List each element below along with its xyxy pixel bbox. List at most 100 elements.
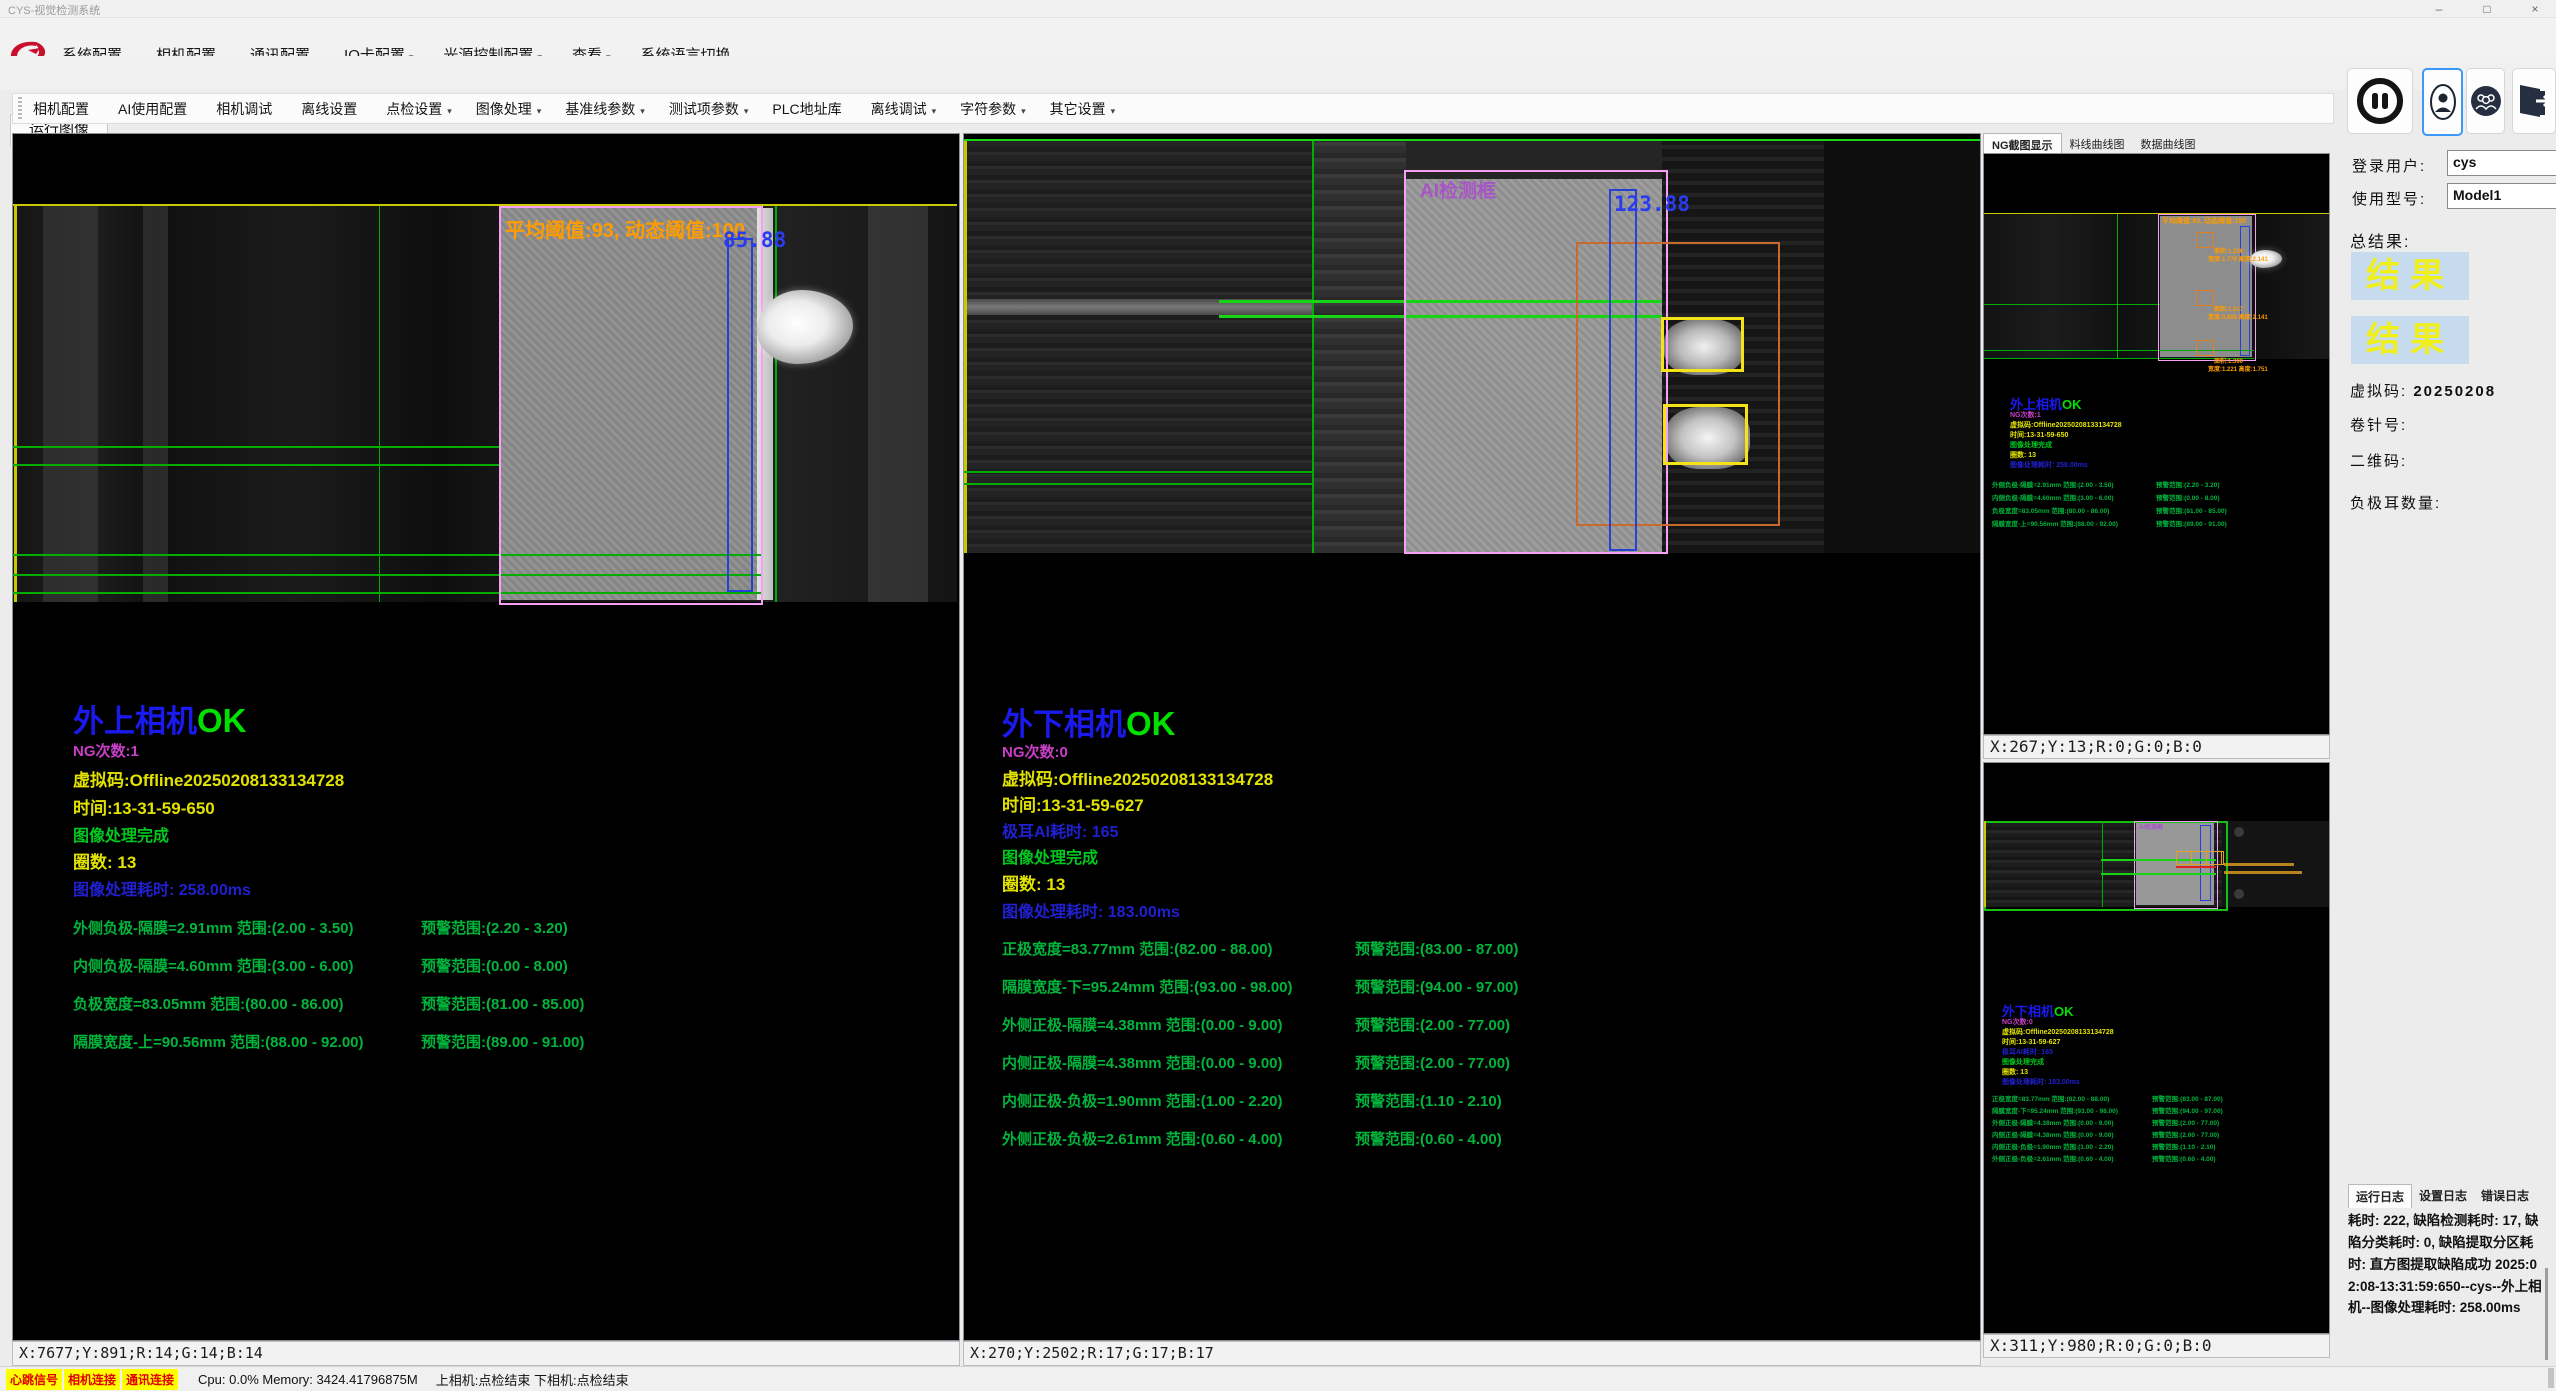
user-icon xyxy=(2429,80,2457,124)
coords-mini-top: X:267;Y:13;R:0;G:0;B:0 xyxy=(1983,735,2330,759)
tool-char-params[interactable]: 字符参数▾ xyxy=(960,99,1026,119)
tab-run-log[interactable]: 运行日志 xyxy=(2348,1184,2412,1208)
toolbar: 相机配置 AI使用配置 相机调试 离线设置 点检设置▾ 图像处理▾ 基准线参数▾… xyxy=(12,93,2334,124)
process-done: 图像处理完成 xyxy=(73,822,169,846)
statusbar: 心跳信号 相机连接 通讯连接 Cpu: 0.0% Memory: 3424.41… xyxy=(0,1366,2556,1391)
virtual-code: 虚拟码:Offline20250208133134728 xyxy=(73,766,344,791)
ng-snapshot-lower[interactable]: AI检测框 外下相机OK NG次数:0 虚拟码:Offline202502081… xyxy=(1983,762,2330,1334)
defect-box xyxy=(2196,232,2214,248)
login-user-label: 登录用户: xyxy=(2352,155,2426,176)
coords-left-camera: X:7677;Y:891;R:14;G:14;B:14 xyxy=(12,1341,960,1366)
users-group-button[interactable] xyxy=(2466,68,2505,134)
maximize-icon[interactable]: □ xyxy=(2476,2,2498,16)
loop-count: 圈数: 13 xyxy=(73,848,136,873)
tool-image-processing[interactable]: 图像处理▾ xyxy=(476,99,542,119)
ng-panel-tabs: NG截图显示 料线曲线图 数据曲线图 xyxy=(1983,133,2204,155)
coords-center-camera: X:270;Y:2502;R:17;G:17;B:17 xyxy=(963,1341,1981,1366)
toolbar-drag-handle[interactable] xyxy=(18,97,22,119)
result-badge-2: 结果 xyxy=(2351,316,2469,364)
tool-camera-config[interactable]: 相机配置 xyxy=(33,99,94,119)
exit-icon xyxy=(2516,81,2552,121)
vcode-label: 虚拟码: 20250208 xyxy=(2350,380,2496,401)
process-cost: 图像处理耗时: 183.00ms xyxy=(1002,898,1180,922)
camera-title: 外上相机OK xyxy=(73,696,247,741)
measure-blue-box xyxy=(727,238,753,592)
login-user-field[interactable]: cys xyxy=(2447,150,2556,176)
threshold-text: 平均阈值:93, 动态阈值:100 xyxy=(505,214,745,243)
camera-image-strip xyxy=(13,206,957,602)
tool-other-settings[interactable]: 其它设置▾ xyxy=(1050,99,1116,119)
comm-connect-badge: 通讯连接 xyxy=(122,1369,178,1390)
blue-measure-value: 85.88 xyxy=(723,228,786,252)
tool-offline-settings[interactable]: 离线设置 xyxy=(301,99,362,119)
tab-yellow-box-2 xyxy=(1663,404,1748,465)
heartbeat-status-badge: 心跳信号 xyxy=(6,1369,62,1390)
ai-detect-orange-box xyxy=(1576,242,1780,526)
tab-settings-log[interactable]: 设置日志 xyxy=(2412,1184,2474,1208)
blue-measure-value: 123.88 xyxy=(1614,192,1690,216)
vcode-value: 20250208 xyxy=(2413,383,2496,400)
process-done: 图像处理完成 xyxy=(1002,844,1098,868)
total-result-label: 总结果: xyxy=(2350,228,2410,252)
menubar: 系统配置 相机配置 通讯配置 IO卡配置▾ 光源控制配置▾ 查看▾ 系统语言切换 xyxy=(0,18,2556,56)
tab-material-curve[interactable]: 料线曲线图 xyxy=(2062,133,2133,155)
titlebar: CYS-视觉检测系统 – □ × xyxy=(0,0,2556,18)
app-window: { "window": { "title": "CYS-视觉检测系统", "co… xyxy=(0,0,2556,1390)
tab-row: 运行图像 xyxy=(0,56,2556,90)
minimize-icon[interactable]: – xyxy=(2428,2,2450,16)
tool-testitem-params[interactable]: 测试项参数▾ xyxy=(669,99,749,119)
camera-title: 外下相机OK xyxy=(1002,699,1176,744)
ai-box-label: AI检测框 xyxy=(1420,176,1496,203)
exit-button[interactable] xyxy=(2512,68,2556,134)
negative-tab-count-label: 负极耳数量: xyxy=(2350,492,2441,513)
roi-pink-box xyxy=(499,206,763,605)
result-badge-1: 结果 xyxy=(2351,252,2469,300)
window-title: CYS-视觉检测系统 xyxy=(8,2,100,18)
tool-camera-debug[interactable]: 相机调试 xyxy=(216,99,277,119)
defect-box xyxy=(2196,290,2214,306)
model-field[interactable]: Model1 xyxy=(2447,183,2556,209)
process-cost: 图像处理耗时: 258.00ms xyxy=(73,876,251,900)
ng-count: NG次数:1 xyxy=(73,740,139,761)
camera-view-lower-outer[interactable]: AI检测框 123.88 外下相机OK NG次数:0 虚拟码:Offline20… xyxy=(963,133,1981,1341)
tab-data-curve[interactable]: 数据曲线图 xyxy=(2133,133,2204,155)
tab-ng-screenshot[interactable]: NG截图显示 xyxy=(1983,133,2062,155)
guide-green-vertical xyxy=(1312,141,1314,553)
capture-time: 时间:13-31-59-627 xyxy=(1002,791,1144,816)
needle-label: 卷针号: xyxy=(2350,414,2407,435)
baseline-green-top xyxy=(964,139,1980,141)
tool-offline-debug[interactable]: 离线调试▾ xyxy=(871,99,937,119)
qrcode-label: 二维码: xyxy=(2350,450,2407,471)
baseline-yellow-left xyxy=(964,141,967,553)
tab-yellow-box-1 xyxy=(1661,317,1744,372)
capture-time: 时间:13-31-59-650 xyxy=(73,794,215,819)
tool-plc-address[interactable]: PLC地址库 xyxy=(772,99,846,119)
close-icon[interactable]: × xyxy=(2524,2,2546,16)
coords-mini-bottom: X:311;Y:980;R:0;G:0;B:0 xyxy=(1983,1334,2330,1358)
corner-scrollbar[interactable] xyxy=(2548,1368,2554,1388)
log-scrollbar[interactable] xyxy=(2545,1268,2548,1360)
users-group-icon xyxy=(2470,85,2502,117)
ng-snapshot-upper[interactable]: 平均阈值:93, 动态阈值:100 面积:1.236 宽度:1.779 高度:2… xyxy=(1983,153,2330,735)
tool-spotcheck-settings[interactable]: 点检设置▾ xyxy=(386,99,452,119)
defect-box xyxy=(2196,340,2214,356)
measure-blue-box xyxy=(1609,189,1637,551)
user-button[interactable] xyxy=(2422,68,2463,136)
guide-green-vertical xyxy=(379,206,380,602)
virtual-code: 虚拟码:Offline20250208133134728 xyxy=(1002,765,1273,790)
model-label: 使用型号: xyxy=(2352,188,2426,209)
loop-count: 圈数: 13 xyxy=(1002,870,1065,895)
tool-baseline-params[interactable]: 基准线参数▾ xyxy=(565,99,645,119)
ng-count: NG次数:0 xyxy=(1002,741,1068,762)
tool-ai-config[interactable]: AI使用配置 xyxy=(118,99,192,119)
camera-connect-badge: 相机连接 xyxy=(64,1369,120,1390)
run-log-text: 耗时: 222, 缺陷检测耗时: 17, 缺陷分类耗时: 0, 缺陷提取分区耗时… xyxy=(2348,1210,2542,1319)
ai-cost: 极耳AI耗时: 165 xyxy=(1002,818,1118,842)
baseline-yellow-left xyxy=(14,206,17,602)
pause-button[interactable] xyxy=(2347,68,2413,134)
baseline-yellow-top xyxy=(13,204,957,206)
camera-view-upper-outer[interactable]: 平均阈值:93, 动态阈值:100 85.88 外上相机OK NG次数:1 虚拟… xyxy=(12,133,960,1341)
tab-error-log[interactable]: 错误日志 xyxy=(2474,1184,2536,1208)
pause-icon xyxy=(2355,76,2405,126)
guide-green-vertical-2 xyxy=(775,206,777,602)
